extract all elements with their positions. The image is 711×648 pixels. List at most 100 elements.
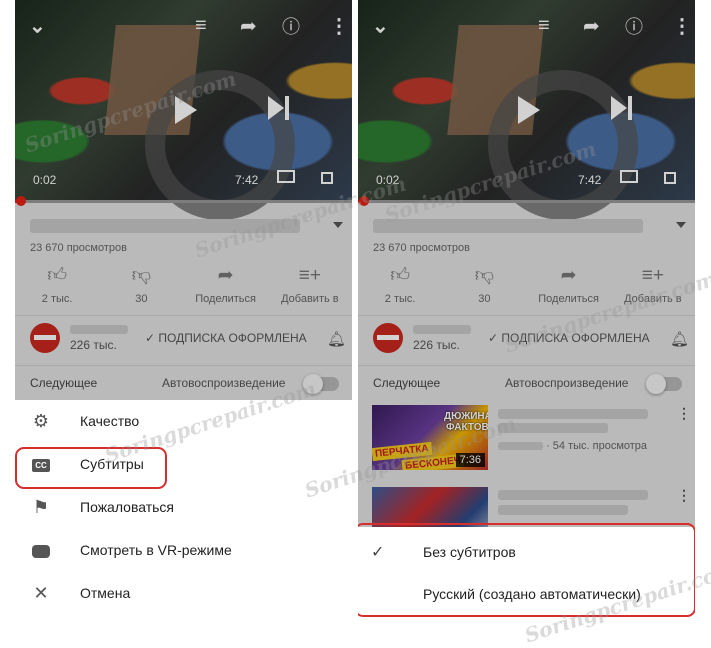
more-vertical-icon[interactable]: ⋮ (329, 14, 349, 39)
collapse-chevron-icon[interactable]: ⌄ (29, 14, 46, 39)
playlist-add-icon[interactable]: ≡ (195, 15, 207, 38)
subscribe-status-button[interactable]: ✓ ПОДПИСКА ОФОРМЛЕНА (488, 331, 650, 345)
next-icon[interactable] (611, 96, 627, 120)
divider (15, 365, 352, 366)
left-screen: ⌄ ≡ ➦ ⓘ ⋮ 0:02 7:42 23 670 просмотров 👍︎… (15, 0, 352, 617)
fullscreen-icon[interactable] (664, 172, 676, 184)
recommendation-thumbnail[interactable]: ДЮЖИНА ФАКТОВ ПЕРЧАТКА БЕСКОНЕЧ 7:36 (372, 405, 488, 470)
menu-item-cancel[interactable]: ✕ Отмена (15, 572, 352, 615)
up-next-label: Следующее (30, 376, 98, 390)
info-icon[interactable]: ⓘ (282, 13, 300, 39)
share-label: Поделиться (195, 293, 256, 305)
avatar-logo-strip (377, 335, 399, 340)
thumb-up-icon: 👍︎ (390, 265, 411, 286)
flag-icon: ⚑ (32, 497, 50, 517)
play-icon[interactable] (175, 96, 197, 124)
dislike-button[interactable]: 👎︎ 30 (99, 265, 183, 305)
autoplay-label: Автовоспроизведение (162, 376, 286, 390)
like-count: 2 тыс. (41, 293, 73, 305)
like-button[interactable]: 👍︎ 2 тыс. (358, 265, 442, 305)
channel-name-blurred (498, 442, 543, 451)
menu-item-report[interactable]: ⚑ Пожаловаться (15, 486, 352, 529)
toggle-knob (646, 374, 666, 394)
current-time: 0:02 (376, 173, 400, 187)
play-icon[interactable] (518, 96, 540, 124)
autoplay-toggle[interactable] (646, 374, 682, 394)
collapse-chevron-icon[interactable]: ⌄ (372, 14, 389, 39)
like-button[interactable]: 👍︎ 2 тыс. (15, 265, 99, 305)
right-screen: ⌄ ≡ ➦ ⓘ ⋮ 0:02 7:42 23 670 просмотров 👍︎… (358, 0, 695, 617)
video-frame-wheel (145, 70, 295, 220)
bell-icon[interactable]: 🔔︎ (327, 330, 346, 348)
recommendation-title-blurred (498, 423, 608, 433)
progress-handle[interactable] (15, 196, 26, 206)
view-count: 23 670 просмотров (373, 242, 470, 254)
share-icon[interactable]: ➦ (583, 14, 600, 39)
progress-bar[interactable] (15, 196, 352, 206)
video-title-blurred (373, 219, 643, 233)
video-title-blurred (30, 219, 300, 233)
recommendation-title-blurred[interactable] (498, 490, 648, 500)
menu-item-label: Отмена (80, 585, 131, 601)
cast-icon[interactable] (620, 170, 638, 183)
expand-chevron-icon[interactable] (676, 222, 686, 228)
autoplay-label: Автовоспроизведение (505, 376, 629, 390)
autoplay-toggle[interactable] (303, 374, 339, 394)
add-to-label: Добавить в (624, 293, 682, 305)
up-next-label: Следующее (373, 376, 441, 390)
dislike-count: 30 (478, 293, 491, 305)
playlist-add-icon: ≡+ (298, 265, 321, 286)
share-button[interactable]: ➦ Поделиться (527, 265, 611, 305)
share-icon[interactable]: ➦ (240, 14, 257, 39)
add-to-label: Добавить в (281, 293, 339, 305)
action-row: 👍︎ 2 тыс. 👎︎ 30 ➦ Поделиться ≡+ Добавить… (358, 265, 695, 305)
next-icon[interactable] (268, 96, 284, 120)
playlist-add-icon[interactable]: ≡ (538, 15, 550, 38)
action-row: 👍︎ 2 тыс. 👎︎ 30 ➦ Поделиться ≡+ Добавить… (15, 265, 352, 305)
options-menu: ⚙ Качество CC Субтитры ⚑ Пожаловаться См… (15, 400, 352, 617)
video-player[interactable]: ⌄ ≡ ➦ ⓘ ⋮ 0:02 7:42 (358, 0, 695, 220)
bell-icon[interactable]: 🔔︎ (670, 330, 689, 348)
expand-chevron-icon[interactable] (333, 222, 343, 228)
subscribe-status-label: ПОДПИСКА ОФОРМЛЕНА (158, 331, 307, 345)
thumbnail-text: ФАКТОВ (446, 422, 488, 433)
progress-handle[interactable] (358, 196, 369, 206)
video-player[interactable]: ⌄ ≡ ➦ ⓘ ⋮ 0:02 7:42 (15, 0, 352, 220)
close-icon: ✕ (33, 583, 49, 603)
toggle-knob (303, 374, 323, 394)
recommendation-views: · 54 тыс. просмотра (546, 440, 648, 452)
add-to-button[interactable]: ≡+ Добавить в (611, 265, 695, 305)
more-vertical-icon[interactable]: ⋮ (677, 487, 691, 504)
recommendation-title-blurred[interactable] (498, 409, 648, 419)
share-button[interactable]: ➦ Поделиться (184, 265, 268, 305)
video-duration: 7:36 (455, 453, 485, 467)
next-icon-bar (285, 96, 289, 120)
gear-icon: ⚙ (32, 411, 50, 431)
divider (358, 365, 695, 366)
fullscreen-icon[interactable] (321, 172, 333, 184)
channel-name-blurred (70, 325, 128, 334)
thumb-up-icon: 👍︎ (47, 265, 68, 286)
dislike-button[interactable]: 👎︎ 30 (442, 265, 526, 305)
recommendation-meta: · 54 тыс. просмотра (498, 440, 647, 452)
info-icon[interactable]: ⓘ (625, 13, 643, 39)
highlight-subtitles-menu (358, 523, 695, 617)
menu-item-label: Качество (80, 413, 140, 429)
share-label: Поделиться (538, 293, 599, 305)
more-vertical-icon[interactable]: ⋮ (677, 405, 691, 422)
subscriber-count: 226 тыс. (413, 338, 460, 352)
avatar-logo-strip (34, 335, 56, 340)
more-vertical-icon[interactable]: ⋮ (672, 14, 692, 39)
channel-avatar[interactable] (30, 323, 60, 353)
menu-item-vr[interactable]: Смотреть в VR-режиме (15, 529, 352, 572)
progress-bar[interactable] (358, 196, 695, 206)
divider (358, 315, 695, 316)
cast-icon[interactable] (277, 170, 295, 183)
current-time: 0:02 (33, 173, 57, 187)
menu-item-quality[interactable]: ⚙ Качество (15, 400, 352, 443)
channel-avatar[interactable] (373, 323, 403, 353)
total-time: 7:42 (578, 173, 602, 187)
share-icon: ➦ (217, 265, 234, 286)
subscribe-status-button[interactable]: ✓ ПОДПИСКА ОФОРМЛЕНА (145, 331, 307, 345)
add-to-button[interactable]: ≡+ Добавить в (268, 265, 352, 305)
